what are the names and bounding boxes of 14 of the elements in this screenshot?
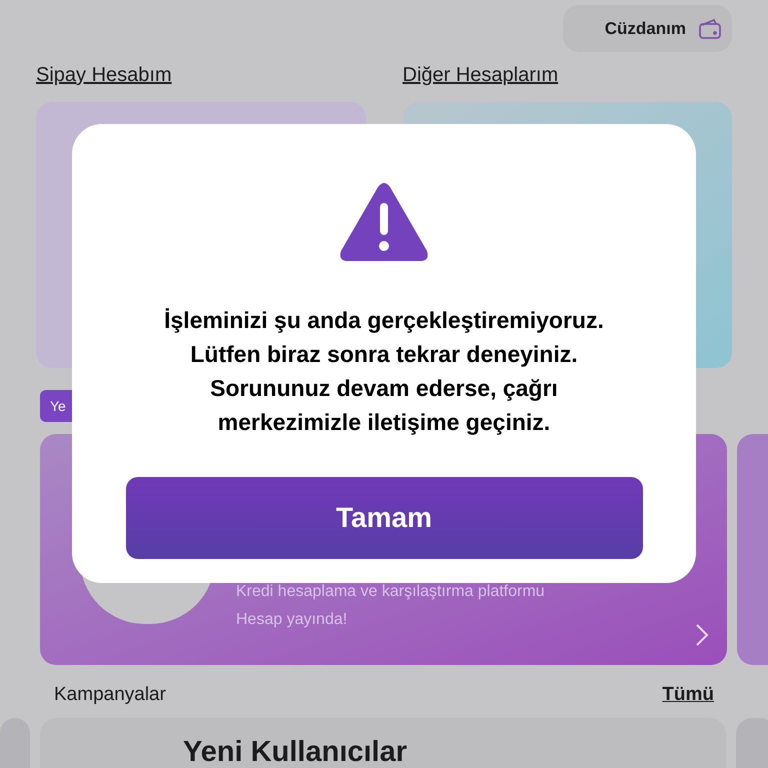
see-all-link[interactable]: Tümü	[662, 681, 714, 710]
campaign-title: Yeni Kullanıcılar	[183, 736, 408, 768]
warning-icon	[338, 181, 430, 263]
chevron-right-icon	[695, 623, 709, 647]
banner-description: Kredi hesaplama ve karşılaştırma platformu	[236, 582, 545, 602]
banner-status: Hesap yayında!	[236, 610, 348, 630]
campaigns-title: Kampanyalar	[54, 683, 166, 707]
section-link[interactable]: Diğer Hesaplarım	[402, 60, 558, 90]
ok-button[interactable]: Tamam	[126, 477, 642, 559]
wallet-button[interactable]: Cüzdanım	[563, 5, 732, 52]
wallet-icon	[698, 18, 722, 40]
alert-message: İşleminizi şu anda gerçekleştiremiyoruz. Lütfen biraz sonra tekrar deneyiniz. Sorununuz devam ederse, çağrı merkezimizle iletişime geçiniz.	[164, 306, 604, 437]
section-link[interactable]: Sipay Hesabım	[36, 60, 172, 90]
campaign-card[interactable]: Yeni Kullanıcılar	[40, 718, 726, 768]
